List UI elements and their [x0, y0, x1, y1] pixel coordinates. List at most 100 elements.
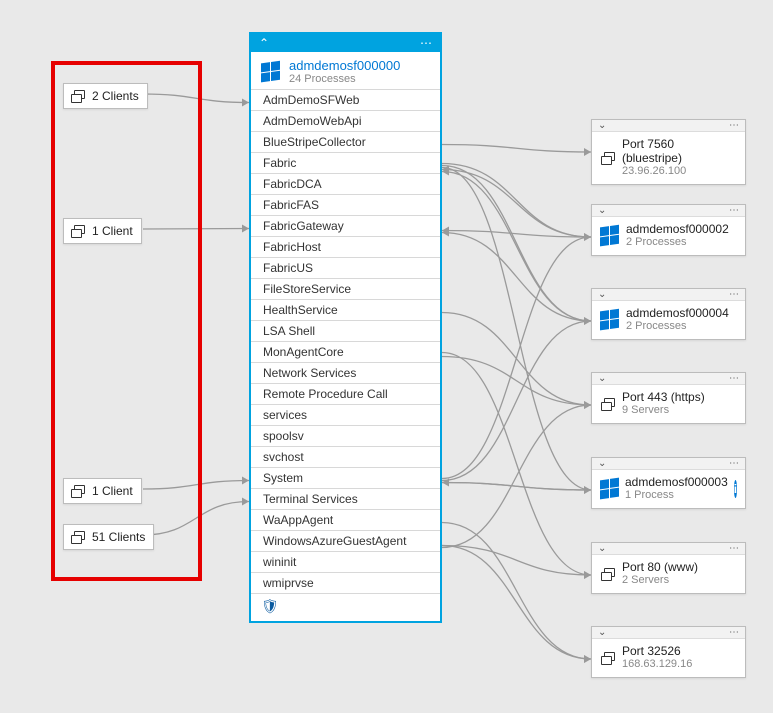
main-node[interactable]: ⌃ ⋯ admdemosf000000 24 Processes AdmDemo… [249, 32, 442, 623]
client-label: 51 Clients [92, 530, 145, 544]
chevron-down-icon[interactable] [598, 543, 606, 554]
ellipsis-icon[interactable]: ⋯ [729, 543, 739, 554]
node-topbar[interactable]: ⋯ [592, 289, 745, 301]
process-item[interactable]: FabricHost [251, 236, 440, 257]
servers-icon [600, 566, 616, 582]
process-item[interactable]: WaAppAgent [251, 509, 440, 530]
windows-icon [261, 60, 281, 83]
process-item[interactable]: FabricDCA [251, 173, 440, 194]
client-box-1[interactable]: 1 Client [63, 218, 142, 244]
client-box-2[interactable]: 1 Client [63, 478, 142, 504]
shield-icon[interactable]: 🛡 [251, 593, 440, 621]
main-node-header: admdemosf000000 24 Processes [251, 52, 440, 89]
client-label: 2 Clients [92, 89, 139, 103]
main-node-title: admdemosf000000 [289, 58, 400, 73]
node-subtitle: 2 Processes [626, 320, 729, 333]
process-item[interactable]: spoolsv [251, 425, 440, 446]
node-body: admdemosf000002 2 Processes [592, 217, 745, 255]
main-node-subtitle: 24 Processes [289, 73, 400, 85]
node-subtitle: 2 Processes [626, 236, 729, 249]
process-item[interactable]: wininit [251, 551, 440, 572]
node-topbar[interactable]: ⋯ [592, 458, 745, 470]
node-subtitle: 9 Servers [622, 404, 705, 417]
client-box-0[interactable]: 2 Clients [63, 83, 148, 109]
clients-icon [70, 483, 86, 499]
ellipsis-icon[interactable]: ⋯ [729, 458, 739, 469]
process-item[interactable]: WindowsAzureGuestAgent [251, 530, 440, 551]
process-item[interactable]: FabricUS [251, 257, 440, 278]
ellipsis-icon[interactable]: ⋯ [729, 205, 739, 216]
process-list: AdmDemoSFWebAdmDemoWebApiBlueStripeColle… [251, 89, 440, 593]
windows-icon [600, 477, 619, 500]
node-subtitle: 168.63.129.16 [622, 658, 692, 671]
ellipsis-icon[interactable]: ⋯ [729, 627, 739, 638]
node-body: Port 7560 (bluestripe) 23.96.26.100 [592, 132, 745, 184]
node-title: Port 443 (https) [622, 390, 705, 404]
process-item[interactable]: Fabric [251, 152, 440, 173]
chevron-down-icon[interactable] [598, 627, 606, 638]
dependency-node-3[interactable]: ⋯ Port 443 (https) 9 Servers [591, 372, 746, 424]
dependency-node-2[interactable]: ⋯ admdemosf000004 2 Processes [591, 288, 746, 340]
node-topbar[interactable]: ⋯ [592, 120, 745, 132]
dependency-node-0[interactable]: ⋯ Port 7560 (bluestripe) 23.96.26.100 [591, 119, 746, 185]
process-item[interactable]: FabricGateway [251, 215, 440, 236]
process-item[interactable]: AdmDemoWebApi [251, 110, 440, 131]
node-title: admdemosf000004 [626, 306, 729, 320]
ellipsis-icon[interactable]: ⋯ [729, 120, 739, 131]
node-subtitle: 23.96.26.100 [622, 165, 737, 178]
dependency-node-4[interactable]: ⋯ admdemosf000003 1 Process i [591, 457, 746, 509]
ellipsis-icon[interactable]: ⋯ [729, 289, 739, 300]
collapse-icon[interactable]: ⌃ [259, 37, 269, 49]
process-item[interactable]: Remote Procedure Call [251, 383, 440, 404]
process-item[interactable]: svchost [251, 446, 440, 467]
chevron-down-icon[interactable] [598, 458, 606, 469]
node-body: Port 32526 168.63.129.16 [592, 639, 745, 677]
info-icon[interactable]: i [734, 480, 737, 498]
node-title: admdemosf000002 [626, 222, 729, 236]
servers-icon [600, 650, 616, 666]
node-subtitle: 2 Servers [622, 574, 698, 587]
process-item[interactable]: FileStoreService [251, 278, 440, 299]
client-box-3[interactable]: 51 Clients [63, 524, 154, 550]
node-body: Port 80 (www) 2 Servers [592, 555, 745, 593]
clients-icon [70, 223, 86, 239]
process-item[interactable]: Network Services [251, 362, 440, 383]
node-body: Port 443 (https) 9 Servers [592, 385, 745, 423]
client-label: 1 Client [92, 484, 133, 498]
node-topbar[interactable]: ⋯ [592, 543, 745, 555]
process-item[interactable]: LSA Shell [251, 320, 440, 341]
node-title: admdemosf000003 [625, 475, 728, 489]
node-topbar[interactable]: ⋯ [592, 627, 745, 639]
node-body: admdemosf000004 2 Processes [592, 301, 745, 339]
chevron-down-icon[interactable] [598, 373, 606, 384]
chevron-down-icon[interactable] [598, 120, 606, 131]
dependency-node-1[interactable]: ⋯ admdemosf000002 2 Processes [591, 204, 746, 256]
node-topbar[interactable]: ⋯ [592, 373, 745, 385]
clients-icon [70, 529, 86, 545]
clients-icon [70, 88, 86, 104]
node-title: Port 80 (www) [622, 560, 698, 574]
main-node-titlebar[interactable]: ⌃ ⋯ [251, 34, 440, 52]
ellipsis-icon[interactable]: ⋯ [420, 37, 432, 49]
process-item[interactable]: wmiprvse [251, 572, 440, 593]
windows-icon [600, 224, 620, 247]
process-item[interactable]: System [251, 467, 440, 488]
process-item[interactable]: MonAgentCore [251, 341, 440, 362]
process-item[interactable]: FabricFAS [251, 194, 440, 215]
node-title: Port 7560 (bluestripe) [622, 137, 737, 165]
servers-icon [600, 396, 616, 412]
process-item[interactable]: BlueStripeCollector [251, 131, 440, 152]
node-body: admdemosf000003 1 Process i [592, 470, 745, 508]
process-item[interactable]: AdmDemoSFWeb [251, 89, 440, 110]
process-item[interactable]: HealthService [251, 299, 440, 320]
node-topbar[interactable]: ⋯ [592, 205, 745, 217]
dependency-node-5[interactable]: ⋯ Port 80 (www) 2 Servers [591, 542, 746, 594]
process-item[interactable]: services [251, 404, 440, 425]
servers-icon [600, 150, 616, 166]
ellipsis-icon[interactable]: ⋯ [729, 373, 739, 384]
dependency-node-6[interactable]: ⋯ Port 32526 168.63.129.16 [591, 626, 746, 678]
chevron-down-icon[interactable] [598, 289, 606, 300]
chevron-down-icon[interactable] [598, 205, 606, 216]
windows-icon [600, 308, 620, 331]
process-item[interactable]: Terminal Services [251, 488, 440, 509]
